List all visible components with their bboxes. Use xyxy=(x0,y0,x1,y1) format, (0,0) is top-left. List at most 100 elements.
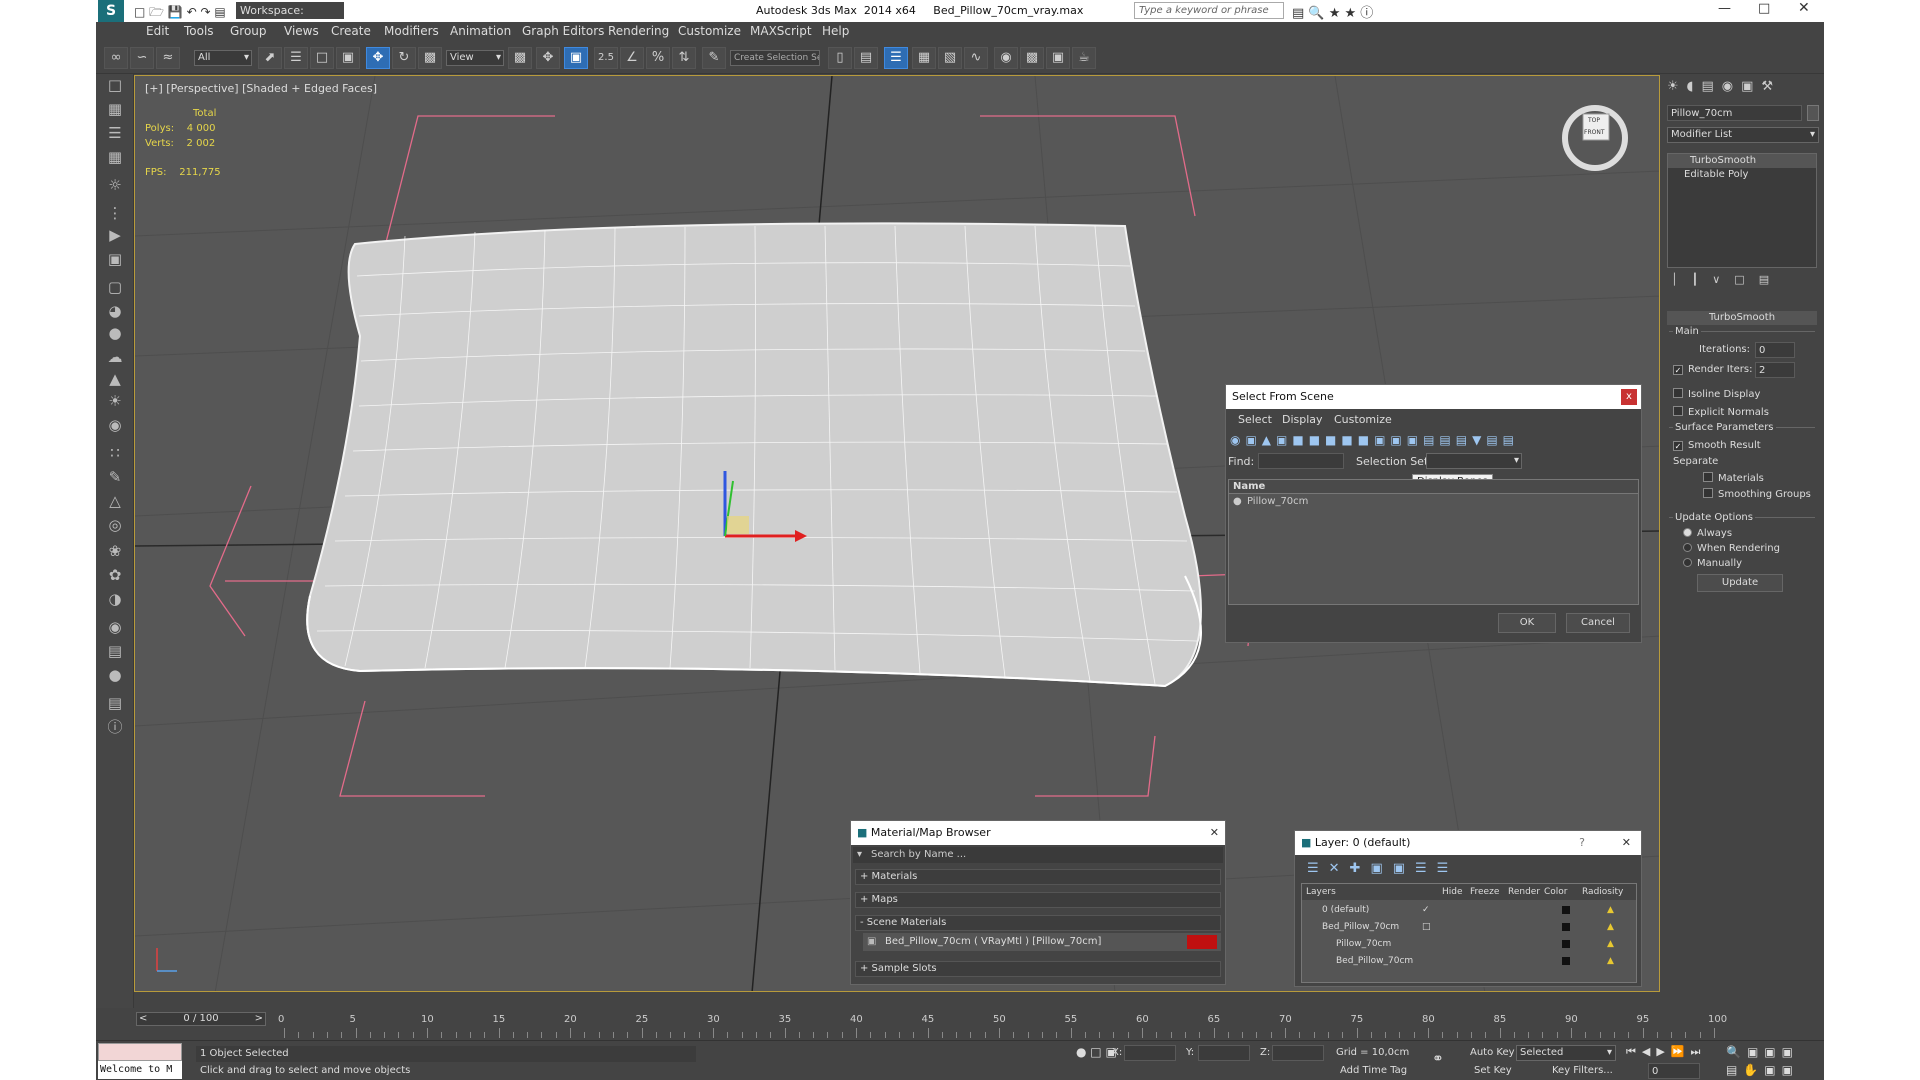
when-rendering-radio[interactable] xyxy=(1683,543,1692,552)
viewport-nav-controls-2[interactable]: ▤✋▣▣ xyxy=(1726,1063,1799,1077)
always-radio[interactable] xyxy=(1683,528,1692,537)
cloud-icon[interactable]: ☁ xyxy=(103,346,127,368)
material-section-scene[interactable]: - Scene Materials xyxy=(855,915,1221,931)
menu-views[interactable]: Views xyxy=(284,24,319,38)
render-iters-checkbox[interactable]: ✓ xyxy=(1673,365,1683,375)
maximize-icon[interactable]: □ xyxy=(1758,1,1770,16)
particles-icon[interactable]: ∷ xyxy=(103,442,127,464)
modifier-list-dropdown[interactable]: Modifier List ▾ xyxy=(1667,127,1819,143)
manually-radio[interactable] xyxy=(1683,558,1692,567)
menu-help[interactable]: Help xyxy=(822,24,849,38)
window-crossing-icon[interactable]: ▣ xyxy=(336,47,360,69)
scene-explorer-icon[interactable]: ☰ xyxy=(884,47,908,69)
viewcube-top-label[interactable]: TOP xyxy=(1588,117,1600,124)
light-icon[interactable]: ☼ xyxy=(103,174,127,196)
select-dialog-filter-toolbar[interactable]: ◉▣▲▣■■■■■▣▣▣▤▤▤▼▤▤ xyxy=(1230,433,1638,451)
isoline-display-row[interactable]: Isoline Display xyxy=(1673,388,1760,400)
viewport-icon[interactable]: □ xyxy=(103,74,127,96)
layer-checkbox[interactable]: □ xyxy=(1422,919,1431,935)
set-key-button[interactable]: Set Key xyxy=(1474,1065,1512,1076)
layer-color-swatch[interactable] xyxy=(1562,957,1570,965)
smooth-result-row[interactable]: ✓ Smooth Result xyxy=(1673,440,1761,451)
rect-region-icon[interactable]: □ xyxy=(310,47,334,69)
object-name-field[interactable] xyxy=(1667,105,1802,121)
close-icon[interactable]: ✕ xyxy=(1622,831,1631,855)
x-coordinate-field[interactable] xyxy=(1124,1045,1176,1061)
always-row[interactable]: Always xyxy=(1683,528,1732,539)
stack-item-turbosmooth[interactable]: TurboSmooth xyxy=(1668,154,1816,168)
keyboard-shortcut-toggle-icon[interactable]: ▣ xyxy=(564,47,588,69)
table-row[interactable]: Bed_Pillow_70cm ▲ xyxy=(1302,953,1636,969)
material-section-maps[interactable]: + Maps xyxy=(855,892,1221,908)
bind-spacewarp-icon[interactable]: ≈ xyxy=(156,47,180,69)
key-filters-button[interactable]: Key Filters... xyxy=(1552,1065,1613,1076)
layer-manager-icon[interactable]: ▦ xyxy=(912,47,936,69)
render-iters-row[interactable]: ✓ Render Iters: xyxy=(1673,364,1753,375)
selection-filter-dropdown[interactable]: All ▾ xyxy=(194,50,252,66)
radiosity-icon[interactable]: ▲ xyxy=(1607,953,1614,969)
stack-tools[interactable]: │┃∨□▤ xyxy=(1671,273,1819,291)
pyramid-icon[interactable]: △ xyxy=(103,490,127,512)
menu-tools[interactable]: Tools xyxy=(184,24,214,38)
object-color-swatch[interactable] xyxy=(1807,105,1819,121)
menu-modifiers[interactable]: Modifiers xyxy=(384,24,439,38)
ball-icon[interactable]: ◉ xyxy=(103,616,127,638)
stack-item-editable-poly[interactable]: Editable Poly xyxy=(1668,168,1816,182)
select-dialog-menu-customize[interactable]: Customize xyxy=(1334,413,1392,426)
snap-toggle-button[interactable]: 2.5 xyxy=(594,47,618,69)
pivot-center-icon[interactable]: ▩ xyxy=(508,47,532,69)
smoothing-groups-checkbox[interactable] xyxy=(1703,488,1713,498)
timeline-ruler[interactable]: 0 5 10 15 20 25 30 35 40 45 50 55 60 65 70 75 80 85 90 95 10… xyxy=(276,1010,1756,1040)
list-item[interactable]: ● Pillow_70cm xyxy=(1229,494,1638,510)
material-browser-titlebar[interactable]: ■ Material/Map Browser ✕ xyxy=(851,821,1225,845)
update-button[interactable]: Update xyxy=(1697,574,1783,592)
menu-graph-editors[interactable]: Graph Editors xyxy=(522,24,604,38)
radiosity-icon[interactable]: ▲ xyxy=(1607,919,1614,935)
table-row[interactable]: Bed_Pillow_70cm □ ▲ xyxy=(1302,919,1636,935)
select-scale-icon[interactable]: ▩ xyxy=(418,47,442,69)
z-coordinate-field[interactable] xyxy=(1272,1045,1324,1061)
column-render[interactable]: Render xyxy=(1508,884,1540,900)
material-editor-icon[interactable]: ◉ xyxy=(994,47,1018,69)
layer-color-swatch[interactable] xyxy=(1562,940,1570,948)
angle-snap-icon[interactable]: ∠ xyxy=(620,47,644,69)
time-slider[interactable]: <0 / 100 > xyxy=(136,1012,266,1026)
turbosmooth-rollout-header[interactable]: TurboSmooth xyxy=(1667,311,1817,325)
hemisphere-icon[interactable]: ◕ xyxy=(103,300,127,322)
maxscript-listener[interactable] xyxy=(98,1043,182,1061)
viewport-label[interactable]: [+] [Perspective] [Shaded + Edged Faces] xyxy=(145,82,377,95)
iterations-spinner[interactable] xyxy=(1755,342,1795,358)
radiosity-icon[interactable]: ▲ xyxy=(1607,902,1614,918)
explicit-normals-checkbox[interactable] xyxy=(1673,406,1683,416)
y-coordinate-field[interactable] xyxy=(1198,1045,1250,1061)
menu-rendering[interactable]: Rendering xyxy=(608,24,669,38)
maxscript-output[interactable]: Welcome to M xyxy=(98,1061,182,1079)
minimize-icon[interactable]: — xyxy=(1718,1,1731,16)
quick-access-icons[interactable]: □ 🗁 💾 ↶ ↷ ▤ xyxy=(134,3,226,24)
material-section-materials[interactable]: + Materials xyxy=(855,869,1221,885)
layer-color-swatch[interactable] xyxy=(1562,923,1570,931)
render-iters-spinner[interactable] xyxy=(1755,362,1795,378)
select-by-name-icon[interactable]: ☰ xyxy=(284,47,308,69)
paint-icon[interactable]: ✎ xyxy=(103,466,127,488)
materials-row[interactable]: Materials xyxy=(1703,472,1764,484)
key-icon[interactable]: ⚭ xyxy=(1432,1051,1444,1067)
table-row[interactable]: 0 (default) ✓ ▲ xyxy=(1302,902,1636,918)
doc-icon[interactable]: ▤ xyxy=(103,692,127,714)
select-object-icon[interactable]: ⬈ xyxy=(258,47,282,69)
menu-maxscript[interactable]: MAXScript xyxy=(750,24,812,38)
infocenter-icons[interactable]: ▤ 🔍 ★ ★ ⓘ xyxy=(1292,2,1373,21)
viewport-nav-controls[interactable]: 🔍▣▣▣ xyxy=(1726,1045,1799,1059)
column-radiosity[interactable]: Radiosity xyxy=(1582,884,1623,900)
sphere-icon[interactable]: ● xyxy=(103,322,127,344)
material-section-sample-slots[interactable]: + Sample Slots xyxy=(855,961,1221,977)
layer-dialog-titlebar[interactable]: ■ Layer: 0 (default)? ✕ xyxy=(1295,831,1641,855)
sun-icon[interactable]: ☀ xyxy=(103,390,127,412)
lock-icon[interactable]: ● □ ▣ xyxy=(1076,1045,1117,1059)
grid-icon[interactable]: ▦ xyxy=(103,146,127,168)
scene-material-item[interactable]: ▣ Bed_Pillow_70cm ( VRayMtl ) [Pillow_70c… xyxy=(863,933,1221,951)
mirror-icon[interactable]: ▯ xyxy=(828,47,852,69)
menu-animation[interactable]: Animation xyxy=(450,24,511,38)
explicit-normals-row[interactable]: Explicit Normals xyxy=(1673,406,1769,418)
command-panel-tabs[interactable]: ☀◖▤◉▣⚒ xyxy=(1663,79,1824,99)
